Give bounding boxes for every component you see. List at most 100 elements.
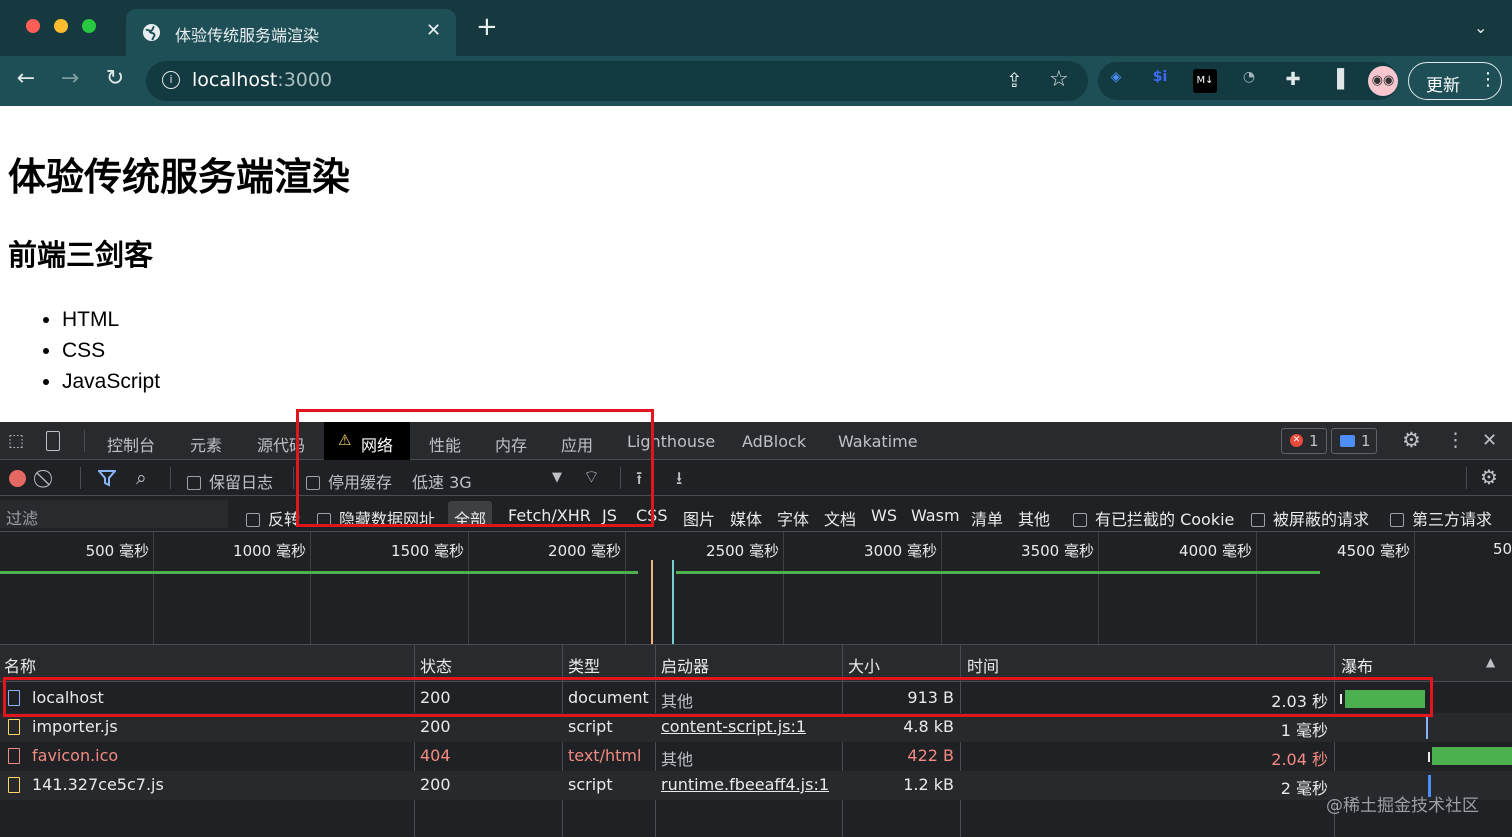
filter-type-media[interactable]: 媒体 [730, 506, 762, 530]
timeline-tick: 50 [1493, 540, 1512, 558]
close-window-button[interactable] [26, 19, 40, 33]
avatar[interactable]: ◉◉ [1368, 66, 1398, 96]
column-size[interactable]: 大小 [848, 653, 880, 677]
settings-gear-icon[interactable]: ⚙ [1402, 428, 1421, 452]
request-initiator-link[interactable]: runtime.fbeeaff4.js:1 [661, 775, 829, 794]
tab-performance[interactable]: 性能 [429, 432, 461, 456]
update-button[interactable]: 更新 ⋮ [1408, 62, 1502, 100]
tab-adblock[interactable]: AdBlock [742, 432, 806, 451]
markdown-icon[interactable]: M↓ [1193, 69, 1217, 93]
puzzle-icon[interactable]: ✚ [1281, 69, 1305, 93]
script-icon [8, 777, 20, 793]
filter-type-manifest[interactable]: 清单 [971, 506, 1003, 530]
invert-checkbox[interactable]: 反转 [246, 506, 300, 530]
export-har-icon[interactable]: ⭳ [676, 466, 682, 496]
tab-memory[interactable]: 内存 [495, 432, 527, 456]
back-button[interactable]: ← [11, 66, 41, 91]
error-count: 1 [1309, 432, 1319, 450]
record-button[interactable] [9, 470, 26, 487]
disable-cache-checkbox[interactable]: 停用缓存 [306, 469, 392, 493]
request-name: 141.327ce5c7.js [32, 775, 164, 794]
network-settings-icon[interactable]: ⚙ [1480, 465, 1498, 489]
filter-type-fetch-xhr[interactable]: Fetch/XHR [508, 506, 591, 525]
timeline-overview[interactable]: 500 毫秒 1000 毫秒 1500 毫秒 2000 毫秒 2500 毫秒 3… [0, 532, 1512, 644]
filter-type-all[interactable]: 全部 [454, 506, 486, 530]
site-info-icon[interactable]: i [162, 71, 180, 89]
table-row[interactable]: favicon.ico 404 text/html 其他 422 B 2.04 … [0, 742, 1512, 771]
timeline-tick: 1500 毫秒 [391, 542, 464, 560]
close-tab-icon[interactable]: ✕ [426, 20, 441, 41]
script-icon [8, 719, 20, 735]
filter-type-doc[interactable]: 文档 [824, 506, 856, 530]
filter-type-ws[interactable]: WS [871, 506, 897, 525]
new-tab-button[interactable]: + [476, 14, 498, 40]
reload-button[interactable]: ↻ [100, 66, 130, 91]
minimize-window-button[interactable] [54, 19, 68, 33]
preserve-log-checkbox[interactable]: 保留日志 [187, 469, 273, 493]
timeline-tick: 3500 毫秒 [1021, 542, 1094, 560]
sort-ascending-icon[interactable]: ▲ [1486, 655, 1495, 669]
filter-type-font[interactable]: 字体 [777, 506, 809, 530]
column-status[interactable]: 状态 [420, 653, 452, 677]
request-size: 913 B [907, 688, 954, 707]
device-toolbar-icon[interactable] [46, 431, 60, 451]
timeline-tick: 500 毫秒 [85, 542, 149, 560]
address-bar[interactable]: i localhost:3000 ⇪ ☆ [146, 61, 1088, 101]
sidebar-icon[interactable]: ▐ [1325, 69, 1349, 93]
tab-elements[interactable]: 元素 [190, 432, 222, 456]
tab-application[interactable]: 应用 [561, 432, 593, 456]
filter-type-css[interactable]: CSS [636, 506, 667, 525]
tab-sources[interactable]: 源代码 [257, 432, 305, 456]
filter-type-js[interactable]: JS [602, 506, 617, 525]
request-name: importer.js [32, 717, 118, 736]
dropdown-arrow-icon[interactable]: ▼ [552, 470, 562, 485]
column-name[interactable]: 名称 [4, 653, 36, 677]
filter-icon[interactable] [98, 470, 116, 487]
column-waterfall[interactable]: 瀑布 [1341, 653, 1373, 677]
waterfall-bar [1426, 717, 1428, 739]
filter-placeholder: 过滤 [6, 509, 39, 528]
import-har-icon[interactable]: ⭱ [636, 466, 642, 496]
message-counter[interactable]: 1 [1331, 428, 1377, 454]
watermark: @稀土掘金技术社区 [1326, 796, 1479, 816]
table-row[interactable]: importer.js 200 script content-script.js… [0, 713, 1512, 742]
column-type[interactable]: 类型 [568, 653, 600, 677]
network-conditions-icon[interactable]: ⌔ [583, 466, 600, 489]
forward-button[interactable]: → [55, 66, 85, 91]
tab-wakatime[interactable]: Wakatime [838, 432, 918, 451]
blocked-requests-checkbox[interactable]: 被屏蔽的请求 [1251, 506, 1369, 530]
close-devtools-icon[interactable]: ✕ [1482, 430, 1497, 451]
table-row[interactable]: localhost 200 document 其他 913 B 2.03 秒 [0, 684, 1512, 713]
filter-input[interactable]: 过滤 [0, 500, 228, 528]
search-icon[interactable]: ⌕ [136, 467, 147, 489]
table-row[interactable]: 141.327ce5c7.js 200 script runtime.fbeea… [0, 771, 1512, 800]
error-counter[interactable]: ✕ 1 [1281, 428, 1327, 454]
layers-icon[interactable]: ◈ [1104, 69, 1128, 93]
request-name: favicon.ico [32, 746, 119, 765]
filter-type-img[interactable]: 图片 [683, 506, 715, 530]
tab-network[interactable]: ⚠ 网络 [324, 422, 410, 460]
filter-type-wasm[interactable]: Wasm [911, 506, 960, 525]
tab-console[interactable]: 控制台 [107, 432, 155, 456]
timer-icon[interactable]: ◔ [1237, 69, 1261, 93]
inspect-element-icon[interactable]: ⬚ [8, 431, 24, 451]
maximize-window-button[interactable] [82, 19, 96, 33]
more-options-icon[interactable]: ⋮ [1446, 429, 1465, 451]
request-initiator-link[interactable]: content-script.js:1 [661, 717, 806, 736]
blocked-cookies-checkbox[interactable]: 有已拦截的 Cookie [1073, 506, 1234, 530]
browser-tab[interactable]: 体验传统服务端渲染 ✕ [126, 9, 456, 56]
tab-lighthouse[interactable]: Lighthouse [627, 432, 715, 451]
update-label: 更新 [1426, 76, 1460, 96]
si-icon[interactable]: $i [1148, 69, 1172, 93]
column-initiator[interactable]: 启动器 [661, 653, 709, 677]
hide-data-urls-checkbox[interactable]: 隐藏数据网址 [317, 506, 435, 530]
list-item: HTML [62, 304, 160, 335]
filter-type-other[interactable]: 其他 [1018, 506, 1050, 530]
column-time[interactable]: 时间 [967, 653, 999, 677]
third-party-checkbox[interactable]: 第三方请求 [1390, 506, 1492, 530]
tab-search-chevron-icon[interactable]: ⌄ [1474, 18, 1487, 37]
timeline-tick: 3000 毫秒 [864, 542, 937, 560]
bookmark-star-icon[interactable]: ☆ [1049, 67, 1069, 92]
share-icon[interactable]: ⇪ [1006, 68, 1023, 92]
throttle-select[interactable]: 低速 3G [412, 469, 472, 493]
